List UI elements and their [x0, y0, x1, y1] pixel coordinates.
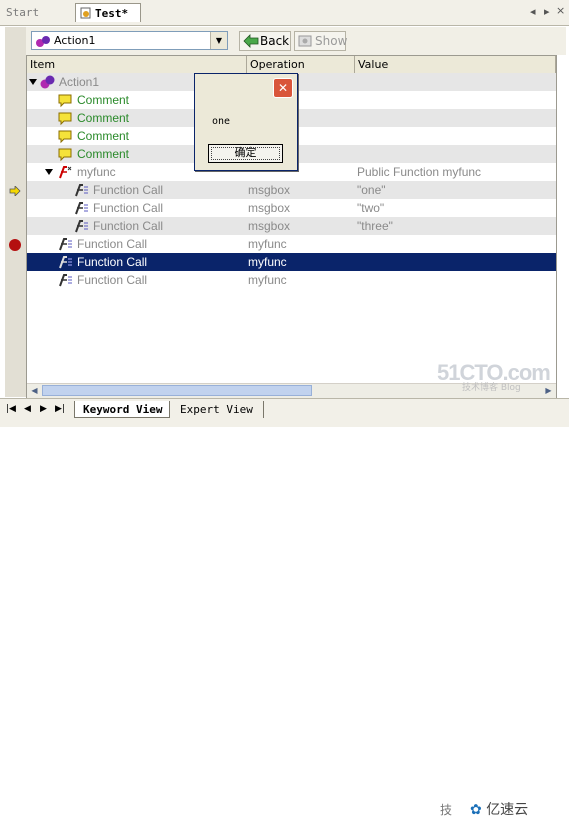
function-call-icon: [75, 220, 88, 233]
toolbar: Action1 ▼ Back Show: [26, 27, 566, 55]
function-icon: [59, 166, 72, 179]
dialog-message: one: [212, 116, 231, 127]
collapse-triangle-icon[interactable]: [29, 79, 37, 85]
dialog-close-button[interactable]: ✕: [273, 78, 293, 98]
item-cell: Comment: [77, 111, 130, 125]
operation-cell: msgbox: [248, 219, 291, 233]
operation-cell: msgbox: [248, 201, 291, 215]
operation-cell: myfunc: [248, 255, 287, 269]
scroll-left-icon[interactable]: ◀: [28, 385, 41, 397]
table-row[interactable]: Function Call msgbox "one": [27, 181, 556, 199]
watermark-logo-a: 技: [440, 803, 453, 817]
next-tab-icon[interactable]: ▶: [40, 404, 47, 414]
value-cell: "three": [357, 219, 393, 233]
tab-test-label: Test*: [95, 7, 129, 20]
grid-header: Item Operation Value: [27, 56, 556, 74]
value-cell: Public Function myfunc: [357, 165, 482, 179]
item-cell: Comment: [77, 147, 130, 161]
close-icon: ✕: [277, 81, 289, 95]
watermark-sub: 技术博客 Blog: [462, 383, 521, 393]
prev-tab-icon[interactable]: ◀: [24, 404, 31, 414]
focus-rect: [211, 147, 280, 160]
function-call-icon: [59, 274, 72, 287]
tab-scroll-left-icon[interactable]: ◂: [530, 5, 536, 18]
comment-icon: [58, 94, 72, 108]
back-button-label: Back: [260, 34, 290, 48]
function-call-icon: [59, 238, 72, 251]
close-tab-icon[interactable]: ×: [556, 4, 565, 17]
show-icon: [298, 35, 312, 47]
action-select-value: Action1: [54, 34, 96, 47]
item-cell: Function Call: [93, 201, 164, 215]
breakpoint-icon[interactable]: [8, 238, 22, 252]
action-select[interactable]: Action1 ▼: [31, 31, 228, 50]
action-icon: [36, 36, 50, 47]
item-cell: Function Call: [77, 273, 148, 287]
table-row[interactable]: Function Call msgbox "three": [27, 217, 556, 235]
show-button-label: Show: [315, 34, 348, 48]
item-cell: Function Call: [93, 219, 164, 233]
value-cell: "one": [357, 183, 386, 197]
document-tab-bar: Start Page Test* ◂ ▸ ×: [0, 0, 569, 38]
column-header-item[interactable]: Item: [27, 56, 247, 73]
back-arrow-icon: [243, 34, 259, 48]
item-cell: Comment: [77, 129, 130, 143]
item-cell: Function Call: [77, 255, 148, 269]
cloud-logo-icon: ✿: [470, 802, 482, 818]
table-row[interactable]: Function Call myfunc: [27, 271, 556, 289]
operation-cell: myfunc: [248, 273, 287, 287]
operation-cell: msgbox: [248, 183, 291, 197]
operation-cell: myfunc: [248, 237, 287, 251]
value-cell: "two": [357, 201, 385, 215]
item-cell: Function Call: [93, 183, 164, 197]
table-row-selected[interactable]: Function Call myfunc: [27, 253, 556, 271]
tab-start-page[interactable]: Start Page: [2, 3, 74, 38]
scrollbar-thumb[interactable]: [42, 385, 312, 396]
ok-button[interactable]: 确定: [208, 144, 283, 163]
tab-expert-view[interactable]: Expert View: [172, 401, 264, 418]
column-header-value[interactable]: Value: [355, 56, 556, 73]
item-cell: Comment: [77, 93, 130, 107]
comment-icon: [58, 112, 72, 126]
table-row[interactable]: Function Call msgbox "two": [27, 199, 556, 217]
function-call-icon: [59, 256, 72, 269]
watermark-logo-b-text: 亿速云: [486, 802, 529, 818]
item-cell: myfunc: [77, 165, 116, 179]
scroll-right-icon[interactable]: ▶: [542, 385, 555, 397]
watermark-logo-b: ✿ 亿速云: [470, 799, 528, 819]
first-tab-icon[interactable]: |◀: [6, 404, 16, 414]
tab-scroll-right-icon[interactable]: ▸: [544, 5, 550, 18]
comment-icon: [58, 130, 72, 144]
back-button[interactable]: Back: [239, 31, 291, 51]
item-cell: Function Call: [77, 237, 148, 251]
breakpoint-gutter[interactable]: [5, 27, 27, 397]
view-tab-bar: |◀ ◀ ▶ ▶| Keyword View Expert View 技 ✿ 亿…: [0, 398, 569, 818]
tab-keyword-view[interactable]: Keyword View: [74, 401, 170, 418]
function-call-icon: [75, 202, 88, 215]
column-header-operation[interactable]: Operation: [247, 56, 355, 73]
test-document-icon: [80, 7, 91, 19]
message-box-dialog: ✕ one 确定: [194, 73, 298, 171]
action-icon: [40, 75, 55, 89]
tab-test[interactable]: Test*: [75, 3, 141, 22]
function-call-icon: [75, 184, 88, 197]
show-button[interactable]: Show: [294, 31, 348, 51]
last-tab-icon[interactable]: ▶|: [55, 404, 65, 414]
table-row[interactable]: Function Call myfunc: [27, 235, 556, 253]
item-cell: Action1: [59, 75, 100, 89]
current-line-arrow-icon: [9, 186, 21, 196]
chevron-down-icon[interactable]: ▼: [210, 32, 227, 49]
collapse-triangle-icon[interactable]: [45, 169, 53, 175]
comment-icon: [58, 148, 72, 162]
